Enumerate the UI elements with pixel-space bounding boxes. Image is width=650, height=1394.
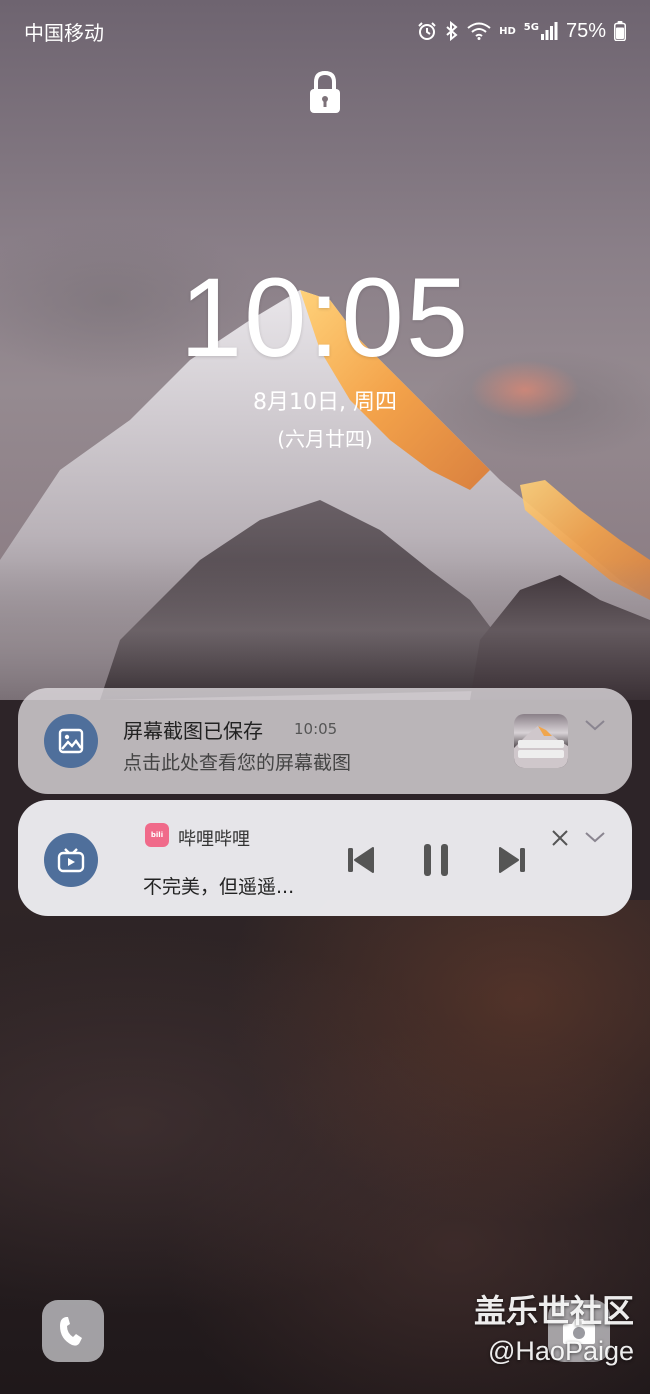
mist xyxy=(0,560,650,700)
hd-icon: HD xyxy=(499,25,516,37)
lunar-date-label: (六月廿四) xyxy=(277,427,373,451)
media-app-name: 哔哩哔哩 xyxy=(178,829,250,850)
chevron-down-icon[interactable] xyxy=(584,718,606,732)
pause-icon xyxy=(424,844,448,876)
lock-icon[interactable] xyxy=(308,70,342,114)
screenshot-thumbnail[interactable] xyxy=(514,714,568,768)
next-button[interactable] xyxy=(494,842,530,878)
chevron-down-icon[interactable] xyxy=(584,830,606,844)
phone-icon xyxy=(60,1317,82,1346)
media-notification[interactable]: bili 哔哩哔哩 不完美，但遥遥... xyxy=(18,800,632,916)
image-icon xyxy=(44,714,98,768)
watermark-handle: @HaoPaige xyxy=(488,1336,634,1366)
clock-time[interactable]: 10:05 xyxy=(0,258,650,378)
status-bar: 中国移动 HD 5G 75% xyxy=(0,0,650,62)
screenshot-notification[interactable]: 屏幕截图已保存 10:05 点击此处查看您的屏幕截图 xyxy=(18,688,632,794)
bluetooth-icon xyxy=(445,21,459,41)
previous-button[interactable] xyxy=(343,842,379,878)
previous-icon xyxy=(348,847,374,873)
network-type: 5G xyxy=(523,21,539,33)
signal-5g-icon: 5G xyxy=(524,22,558,40)
bilibili-badge-icon: bili xyxy=(145,823,169,847)
status-icons: HD 5G 75% xyxy=(417,20,626,43)
close-icon xyxy=(552,830,568,846)
notification-title: 屏幕截图已保存 xyxy=(123,719,263,743)
media-song-title: 不完美，但遥遥... xyxy=(143,876,295,898)
close-button[interactable] xyxy=(548,826,572,850)
battery-icon xyxy=(614,21,626,41)
pause-button[interactable] xyxy=(416,840,456,880)
wifi-icon xyxy=(467,22,491,40)
phone-shortcut[interactable] xyxy=(42,1300,104,1362)
next-icon xyxy=(499,847,525,873)
notification-text: 点击此处查看您的屏幕截图 xyxy=(123,752,352,774)
watermark-title: 盖乐世社区 xyxy=(473,1292,634,1330)
date-label: 8月10日, 周四 xyxy=(253,390,397,415)
alarm-icon xyxy=(417,21,437,41)
notification-time: 10:05 xyxy=(294,720,338,738)
carrier-name: 中国移动 xyxy=(24,22,104,45)
battery-percentage: 75% xyxy=(565,19,606,42)
bilibili-tv-icon xyxy=(44,833,98,887)
